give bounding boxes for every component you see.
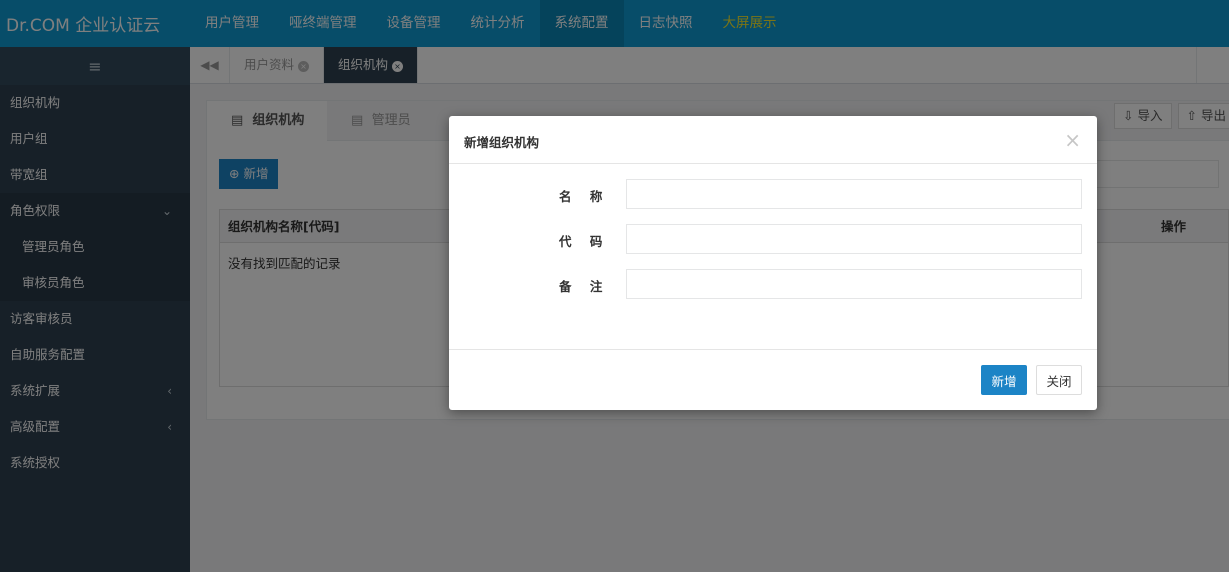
dialog-footer: 新增 关闭 <box>449 349 1097 410</box>
form-row-code: 代 码 <box>449 224 1097 254</box>
name-label: 名 称 <box>559 189 610 204</box>
dialog-title: 新增组织机构 <box>464 135 540 150</box>
code-field[interactable] <box>626 224 1082 254</box>
add-organization-dialog: 新增组织机构 × 名 称 代 码 备 注 新增 关闭 <box>449 116 1097 410</box>
dialog-header: 新增组织机构 × <box>449 116 1097 164</box>
close-button[interactable]: 关闭 <box>1036 365 1082 395</box>
remark-label: 备 注 <box>559 279 610 294</box>
remark-field[interactable] <box>626 269 1082 299</box>
form-row-name: 名 称 <box>449 179 1097 209</box>
code-label: 代 码 <box>559 234 610 249</box>
name-field[interactable] <box>626 179 1082 209</box>
form-row-remark: 备 注 <box>449 269 1097 299</box>
submit-button[interactable]: 新增 <box>981 365 1027 395</box>
close-icon[interactable]: × <box>1064 130 1081 150</box>
